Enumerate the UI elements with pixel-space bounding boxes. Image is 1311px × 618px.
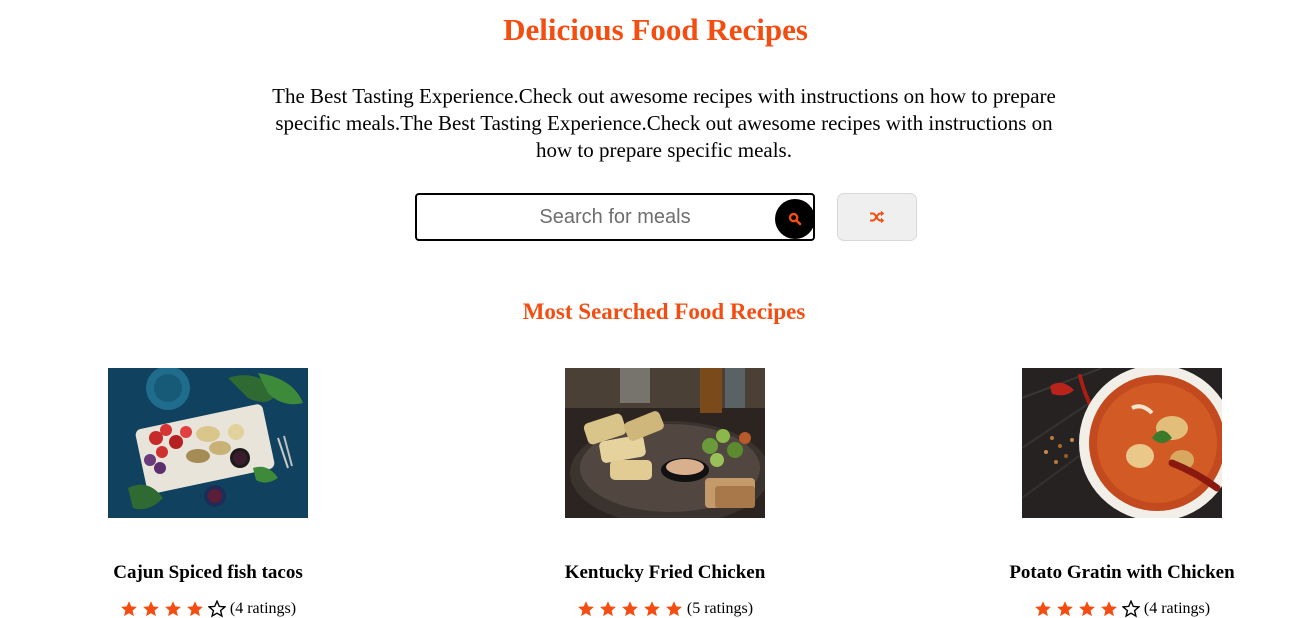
search-input[interactable]	[417, 195, 813, 239]
star-filled-icon	[621, 601, 638, 617]
random-meal-button[interactable]	[837, 193, 917, 241]
shuffle-icon	[870, 210, 885, 224]
recipe-rating: (4 ratings)	[58, 600, 358, 618]
star-filled-icon	[599, 601, 616, 617]
recipe-image-fish-tacos[interactable]	[108, 368, 308, 518]
star-filled-icon	[1056, 601, 1073, 617]
recipe-title[interactable]: Kentucky Fried Chicken	[515, 562, 815, 584]
section-title: Most Searched Food Recipes	[522, 299, 806, 324]
star-filled-icon	[164, 601, 181, 617]
star-filled-icon	[186, 601, 203, 617]
star-filled-icon	[1034, 601, 1051, 617]
intro-text: The Best Tasting Experience.Check out aw…	[272, 84, 1056, 162]
recipe-rating: (4 ratings)	[972, 600, 1272, 618]
ratings-count: (4 ratings)	[1143, 600, 1211, 617]
star-filled-icon	[120, 601, 137, 617]
page-title: Delicious Food Recipes	[503, 12, 808, 47]
star-empty-icon	[207, 600, 226, 618]
star-filled-icon	[1078, 601, 1095, 617]
star-rating	[1034, 600, 1140, 618]
ratings-count: (4 ratings)	[229, 600, 297, 617]
recipe-card[interactable]: Potato Gratin with Chicken (4 ratings)	[972, 368, 1272, 618]
star-rating	[120, 600, 226, 618]
recipe-image-fried-chicken[interactable]	[565, 368, 765, 518]
star-filled-icon	[577, 601, 594, 617]
recipe-rating: (5 ratings)	[515, 600, 815, 618]
recipe-card[interactable]: Cajun Spiced fish tacos (4 ratings)	[58, 368, 358, 618]
search-icon	[788, 212, 802, 226]
star-filled-icon	[643, 601, 660, 617]
recipe-card[interactable]: Kentucky Fried Chicken (5 ratings)	[515, 368, 815, 618]
recipe-title[interactable]: Potato Gratin with Chicken	[972, 562, 1272, 584]
search-button[interactable]	[775, 199, 815, 239]
star-filled-icon	[665, 601, 682, 617]
ratings-count: (5 ratings)	[686, 600, 754, 617]
star-rating	[577, 600, 683, 618]
star-filled-icon	[142, 601, 159, 617]
recipe-image-potato-gratin[interactable]	[1022, 368, 1222, 518]
star-filled-icon	[1100, 601, 1117, 617]
recipe-title[interactable]: Cajun Spiced fish tacos	[58, 562, 358, 584]
star-empty-icon	[1121, 600, 1140, 618]
search-box	[415, 193, 815, 241]
